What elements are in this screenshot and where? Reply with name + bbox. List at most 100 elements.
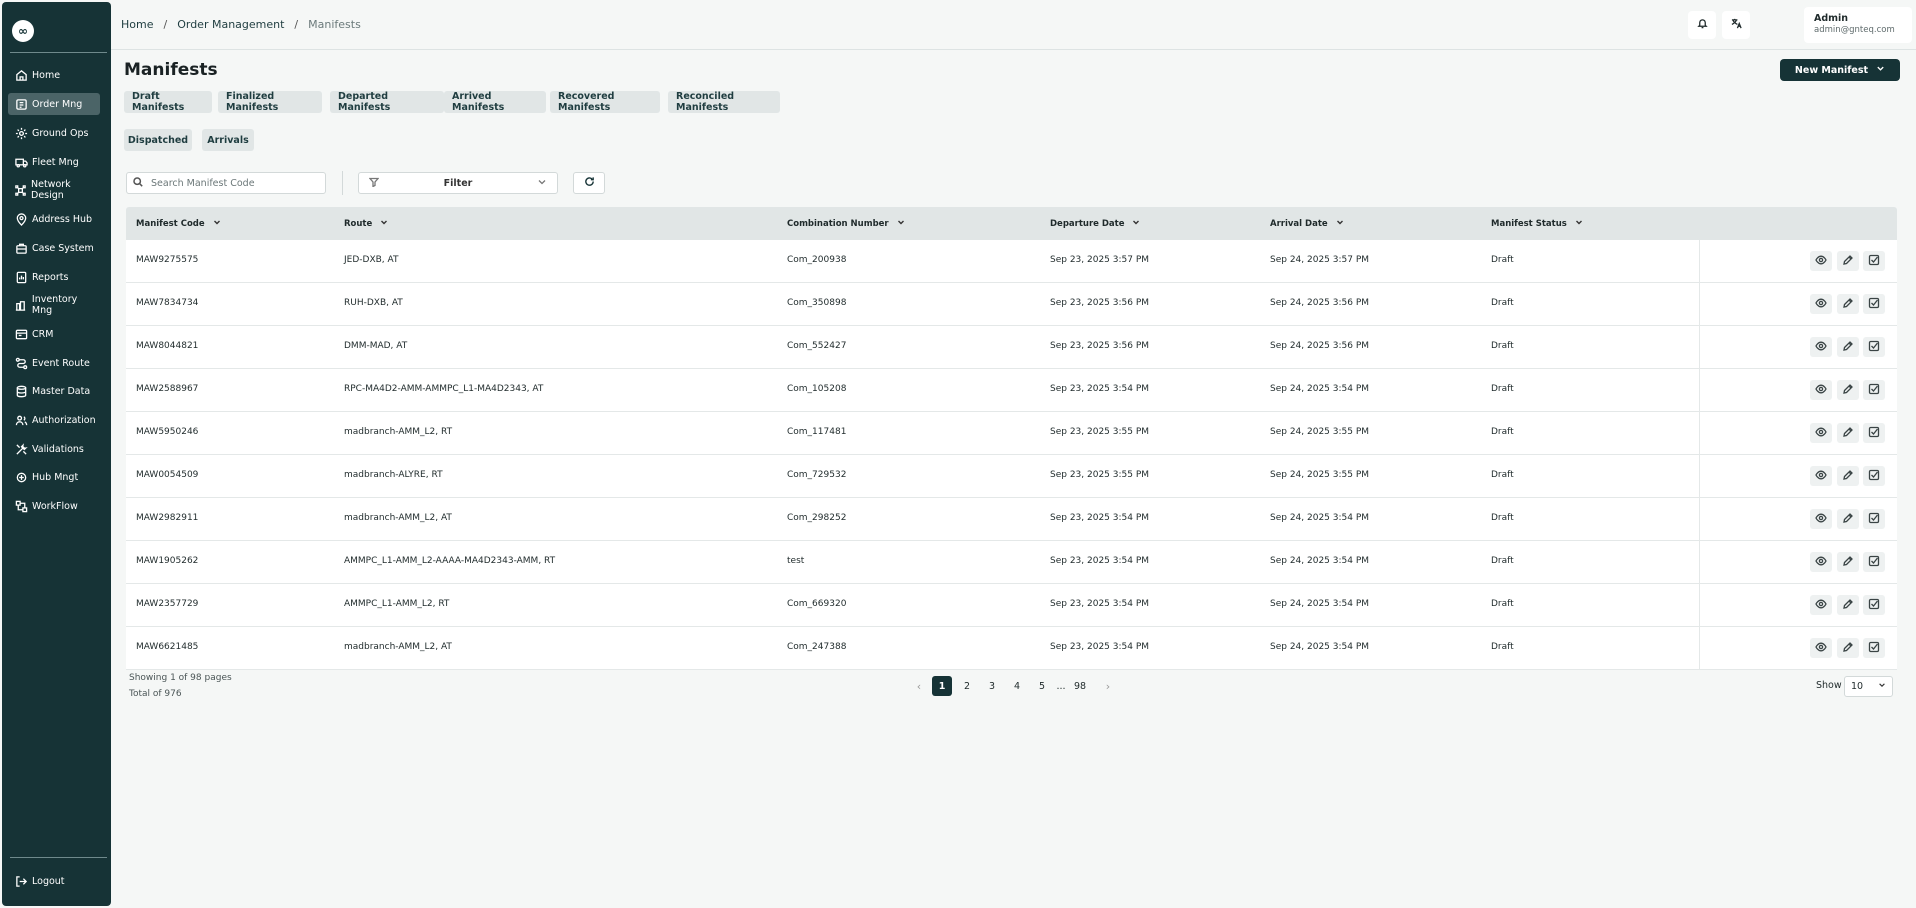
approve-icon [1868, 469, 1880, 484]
sidebar-item-home[interactable]: Home [8, 64, 100, 86]
edit-button[interactable] [1837, 294, 1859, 314]
sidebar-item-address-hub[interactable]: Address Hub [8, 208, 100, 230]
logout-button[interactable]: Logout [8, 870, 100, 892]
view-button[interactable] [1810, 466, 1832, 486]
approve-button[interactable] [1863, 466, 1885, 486]
tab-arrivals[interactable]: Arrivals [202, 129, 254, 151]
table-row[interactable]: MAW8044821 DMM-MAD, AT Com_552427 Sep 23, 2… [126, 326, 1897, 369]
page-button-98[interactable]: 98 [1070, 676, 1090, 696]
table-row[interactable]: MAW2982911 madbranch-AMM_L2, AT Com_298252… [126, 498, 1897, 541]
edit-button[interactable] [1837, 423, 1859, 443]
approve-button[interactable] [1863, 251, 1885, 271]
breadcrumb-home[interactable]: Home [121, 18, 153, 31]
edit-button[interactable] [1837, 638, 1859, 658]
view-button[interactable] [1810, 337, 1832, 357]
edit-button[interactable] [1837, 251, 1859, 271]
view-button[interactable] [1810, 294, 1832, 314]
tab-departed-manifests[interactable]: Departed Manifests [330, 91, 444, 113]
sidebar-item-inventory-mng[interactable]: Inventory Mng [8, 294, 100, 316]
notifications-button[interactable] [1688, 11, 1716, 39]
page-button-5[interactable]: 5 [1032, 676, 1052, 696]
table-row[interactable]: MAW2357729 AMMPC_L1-AMM_L2, RT Com_669320 S… [126, 584, 1897, 627]
approve-button[interactable] [1863, 509, 1885, 529]
approve-button[interactable] [1863, 595, 1885, 615]
sidebar-item-authorization[interactable]: Authorization [8, 409, 100, 431]
cell-departure-date: Sep 23, 2025 3:54 PM [1050, 556, 1150, 566]
page-button-4[interactable]: 4 [1007, 676, 1027, 696]
table-row[interactable]: MAW0054509 madbranch-ALYRE, RT Com_729532 S… [126, 455, 1897, 498]
edit-button[interactable] [1837, 466, 1859, 486]
column-header-route[interactable]: Route [344, 218, 388, 229]
sidebar-item-fleet-mng[interactable]: Fleet Mng [8, 151, 100, 173]
table-row[interactable]: MAW6621485 madbranch-AMM_L2, AT Com_247388… [126, 627, 1897, 670]
next-page-button[interactable]: › [1098, 676, 1118, 696]
tab-draft-manifests[interactable]: Draft Manifests [124, 91, 212, 113]
column-header-arrival-date[interactable]: Arrival Date [1270, 218, 1344, 229]
search-input[interactable] [151, 177, 321, 189]
tab-dispatched[interactable]: Dispatched [124, 129, 192, 151]
approve-button[interactable] [1863, 552, 1885, 572]
approve-button[interactable] [1863, 380, 1885, 400]
approve-icon [1868, 598, 1880, 613]
sidebar-item-hub-mngt[interactable]: Hub Mngt [8, 466, 100, 488]
tab-arrived-manifests[interactable]: Arrived Manifests [444, 91, 546, 113]
actions-divider [1699, 541, 1700, 584]
sidebar-item-order-mng[interactable]: Order Mng [8, 93, 100, 115]
approve-button[interactable] [1863, 423, 1885, 443]
view-icon [1815, 426, 1827, 441]
sidebar-item-validations[interactable]: Validations [8, 438, 100, 460]
sidebar-item-event-route[interactable]: Event Route [8, 352, 100, 374]
sort-chevron-icon [380, 218, 388, 229]
table-row[interactable]: MAW1905262 AMMPC_L1-AMM_L2-AAAA-MA4D2343-… [126, 541, 1897, 584]
view-button[interactable] [1810, 423, 1832, 443]
column-header-manifest-code[interactable]: Manifest Code [136, 218, 221, 229]
column-header-manifest-status[interactable]: Manifest Status [1491, 218, 1583, 229]
table-row[interactable]: MAW7834734 RUH-DXB, AT Com_350898 Sep 23, 2… [126, 283, 1897, 326]
prev-page-button[interactable]: ‹ [909, 676, 929, 696]
tab-recovered-manifests[interactable]: Recovered Manifests [550, 91, 660, 113]
column-header-departure-date[interactable]: Departure Date [1050, 218, 1140, 229]
edit-button[interactable] [1837, 509, 1859, 529]
sidebar-item-network-design[interactable]: Network Design [8, 179, 100, 201]
approve-button[interactable] [1863, 337, 1885, 357]
sidebar-item-crm[interactable]: CRM [8, 323, 100, 345]
tab-reconciled-manifests[interactable]: Reconciled Manifests [668, 91, 780, 113]
edit-button[interactable] [1837, 552, 1859, 572]
view-button[interactable] [1810, 552, 1832, 572]
sidebar-item-ground-ops[interactable]: Ground Ops [8, 122, 100, 144]
edit-icon [1842, 555, 1854, 570]
sidebar-item-master-data[interactable]: Master Data [8, 380, 100, 402]
page-button-2[interactable]: 2 [957, 676, 977, 696]
sidebar-item-case-system[interactable]: Case System [8, 237, 100, 259]
edit-button[interactable] [1837, 595, 1859, 615]
refresh-button[interactable] [573, 172, 605, 194]
tab-finalized-manifests[interactable]: Finalized Manifests [218, 91, 322, 113]
sidebar-item-reports[interactable]: Reports [8, 266, 100, 288]
view-button[interactable] [1810, 638, 1832, 658]
table-row[interactable]: MAW2588967 RPC-MA4D2-AMM-AMMPC_L1-MA4D234… [126, 369, 1897, 412]
approve-button[interactable] [1863, 294, 1885, 314]
edit-button[interactable] [1837, 337, 1859, 357]
view-icon [1815, 641, 1827, 656]
sidebar-item-label: Validations [32, 443, 84, 455]
sidebar-item-workflow[interactable]: WorkFlow [8, 495, 100, 517]
page-size-select[interactable]: 10 [1844, 676, 1893, 697]
view-button[interactable] [1810, 251, 1832, 271]
page-button-3[interactable]: 3 [982, 676, 1002, 696]
filter-dropdown[interactable]: Filter [358, 172, 558, 194]
edit-button[interactable] [1837, 380, 1859, 400]
column-header-combination-number[interactable]: Combination Number [787, 218, 905, 229]
view-button[interactable] [1810, 380, 1832, 400]
view-button[interactable] [1810, 509, 1832, 529]
new-manifest-button[interactable]: New Manifest [1780, 59, 1900, 81]
approve-button[interactable] [1863, 638, 1885, 658]
table-row[interactable]: MAW9275575 JED-DXB, AT Com_200938 Sep 23, 2… [126, 240, 1897, 283]
page-button-1[interactable]: 1 [932, 676, 952, 696]
view-button[interactable] [1810, 595, 1832, 615]
language-button[interactable] [1722, 11, 1750, 39]
app-logo[interactable]: ∞ [12, 20, 34, 42]
user-menu[interactable]: Admin admin@gnteq.com [1804, 7, 1912, 43]
breadcrumb-order-management[interactable]: Order Management [177, 18, 284, 31]
table-row[interactable]: MAW5950246 madbranch-AMM_L2, RT Com_117481… [126, 412, 1897, 455]
breadcrumb-separator: / [163, 18, 168, 31]
